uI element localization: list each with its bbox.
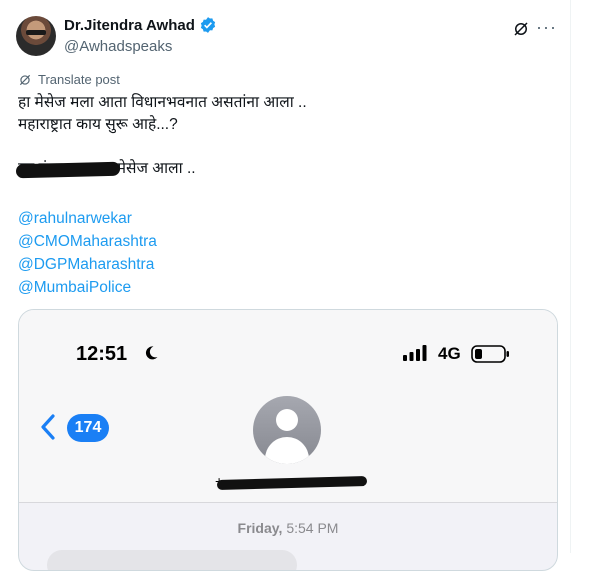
grok-icon[interactable] (512, 20, 530, 38)
attached-screenshot[interactable]: 12:51 4G 174 + Friday, 5:54 PM (18, 309, 558, 571)
mention-link[interactable]: @rahulnarwekar (18, 207, 157, 230)
cellular-signal-icon (403, 345, 427, 361)
translate-icon (19, 74, 31, 85)
status-bar-time: 12:51 (76, 343, 128, 365)
translate-post-link[interactable]: Translate post (18, 72, 120, 87)
mention-list: @rahulnarwekar @CMOMaharashtra @DGPMahar… (18, 207, 157, 299)
unread-count-badge[interactable]: 174 (67, 414, 109, 442)
translate-label: Translate post (38, 72, 120, 87)
author-avatar[interactable] (16, 16, 56, 56)
timeline-border (570, 0, 571, 553)
more-options-icon[interactable]: ··· (536, 18, 557, 36)
mention-link[interactable]: @CMOMaharashtra (18, 230, 157, 253)
date-stamp-day: Friday, (237, 520, 283, 536)
back-chevron-icon[interactable] (38, 413, 58, 441)
verified-badge-icon (200, 17, 215, 33)
date-stamp-time: 5:54 PM (286, 520, 339, 536)
author-handle[interactable]: @Awhadspeaks (64, 38, 172, 55)
contact-avatar-icon (253, 396, 321, 464)
redacted-phone-number (15, 161, 121, 179)
mention-link[interactable]: @MumbaiPolice (18, 276, 157, 299)
header-divider (19, 502, 557, 503)
author-display-name[interactable]: Dr.Jitendra Awhad (64, 17, 195, 34)
do-not-disturb-moon-icon (145, 346, 158, 360)
battery-icon (471, 345, 509, 363)
network-type: 4G (438, 344, 461, 363)
author-name-row[interactable]: Dr.Jitendra Awhad (64, 16, 217, 34)
mention-link[interactable]: @DGPMaharashtra (18, 253, 157, 276)
message-bubble (47, 550, 297, 570)
message-date-stamp: Friday, 5:54 PM (19, 520, 557, 536)
